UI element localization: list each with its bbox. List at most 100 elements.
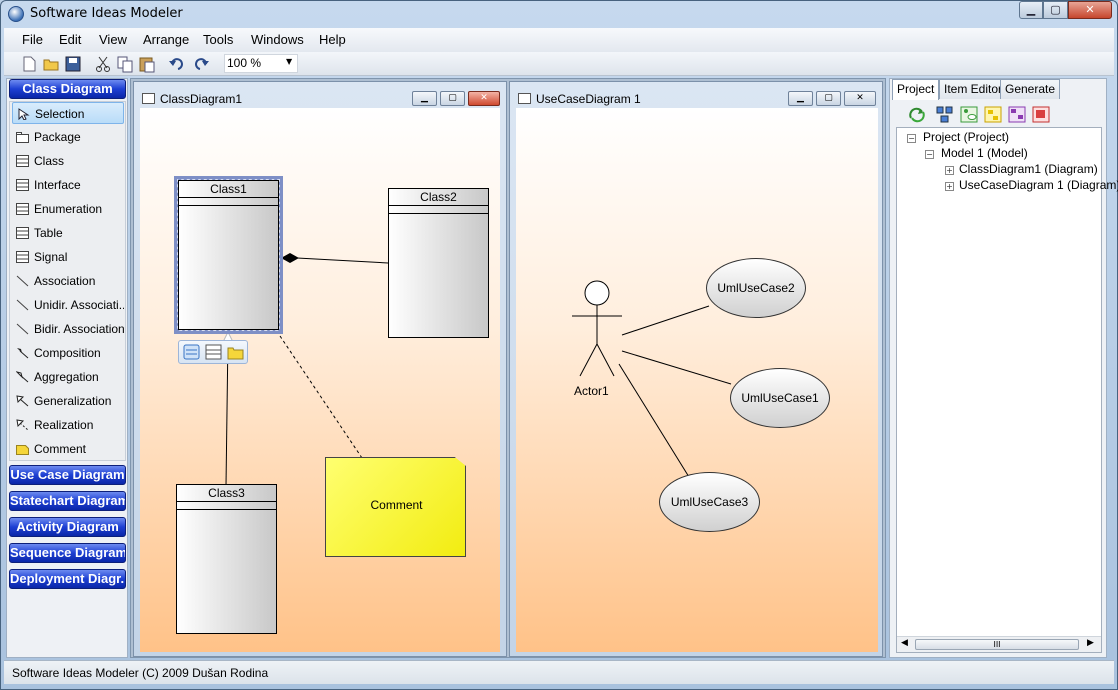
doc-minimize-button[interactable]: ▁ bbox=[412, 91, 437, 106]
tool-generalization[interactable]: Generalization bbox=[12, 390, 124, 412]
scroll-left-icon[interactable]: ◀ bbox=[901, 638, 908, 648]
expand-icon[interactable]: + bbox=[945, 166, 954, 175]
redo-icon[interactable] bbox=[192, 55, 210, 73]
toolbar: 100 % ▼ bbox=[4, 52, 1114, 76]
save-icon[interactable] bbox=[64, 55, 82, 73]
menu-arrange[interactable]: Arrange bbox=[143, 32, 189, 47]
scroll-thumb[interactable]: III bbox=[915, 639, 1079, 650]
bidirectional-association-icon bbox=[16, 323, 29, 335]
window-title: Software Ideas Modeler bbox=[30, 6, 183, 21]
scroll-right-icon[interactable]: ▶ bbox=[1087, 638, 1094, 648]
horizontal-scrollbar[interactable]: ◀ III ▶ bbox=[897, 636, 1101, 652]
tool-table[interactable]: Table bbox=[12, 222, 124, 244]
class-box[interactable]: Class1 bbox=[178, 180, 279, 330]
close-button[interactable]: ✕ bbox=[1068, 1, 1112, 19]
comment-note[interactable]: Comment bbox=[325, 457, 466, 557]
association-line[interactable] bbox=[618, 363, 690, 478]
tool-label: Composition bbox=[34, 346, 101, 360]
menu-edit[interactable]: Edit bbox=[59, 32, 81, 47]
expand-icon[interactable]: + bbox=[945, 182, 954, 191]
tool-enumeration[interactable]: Enumeration bbox=[12, 198, 124, 220]
add-comment-icon[interactable] bbox=[227, 344, 245, 361]
tab-project[interactable]: Project bbox=[892, 79, 940, 100]
cut-icon[interactable] bbox=[94, 55, 112, 73]
deployment-diagram-icon[interactable] bbox=[1032, 106, 1050, 123]
tool-package[interactable]: Package bbox=[12, 126, 124, 148]
document-area: ClassDiagram1 ▁ ▢ ✕ Class1 Class2 Class3… bbox=[130, 78, 886, 658]
tool-class[interactable]: Class bbox=[12, 150, 124, 172]
tool-aggregation[interactable]: Aggregation bbox=[12, 366, 124, 388]
doc-minimize-button[interactable]: ▁ bbox=[788, 91, 813, 106]
copy-icon[interactable] bbox=[116, 55, 134, 73]
category-class-diagram[interactable]: Class Diagram bbox=[9, 79, 126, 99]
tool-label: Aggregation bbox=[34, 370, 99, 384]
category-use-case-diagram[interactable]: Use Case Diagram bbox=[9, 465, 126, 485]
actor-label: Actor1 bbox=[574, 384, 609, 398]
minimize-button[interactable]: ▁ bbox=[1019, 1, 1043, 19]
refresh-icon[interactable] bbox=[908, 107, 926, 123]
tool-association[interactable]: Association bbox=[12, 270, 124, 292]
use-case-diagram-icon[interactable] bbox=[960, 106, 978, 123]
tool-bidir-association[interactable]: Bidir. Association bbox=[12, 318, 124, 340]
doc-close-button[interactable]: ✕ bbox=[468, 91, 500, 106]
chevron-down-icon[interactable]: ▼ bbox=[286, 57, 292, 66]
add-operation-icon[interactable] bbox=[205, 344, 223, 361]
tool-realization[interactable]: Realization bbox=[12, 414, 124, 436]
class-diagram-canvas[interactable]: Class1 Class2 Class3 Comment bbox=[140, 108, 500, 652]
tab-item-editor[interactable]: Item Editor bbox=[939, 79, 1008, 99]
use-case-ellipse[interactable]: UmlUseCase3 bbox=[659, 472, 760, 532]
tool-interface[interactable]: Interface bbox=[12, 174, 124, 196]
tool-composition[interactable]: Composition bbox=[12, 342, 124, 364]
tool-label: Realization bbox=[34, 418, 94, 432]
activity-diagram-icon[interactable] bbox=[984, 106, 1002, 123]
menu-windows[interactable]: Windows bbox=[251, 32, 304, 47]
use-case-ellipse[interactable]: UmlUseCase2 bbox=[706, 258, 806, 318]
tool-signal[interactable]: Signal bbox=[12, 246, 124, 268]
undo-icon[interactable] bbox=[168, 55, 186, 73]
tree-node-model[interactable]: Model 1 (Model) bbox=[941, 146, 1028, 160]
open-folder-icon[interactable] bbox=[42, 55, 60, 73]
tool-selection[interactable]: Selection bbox=[12, 102, 124, 124]
tree-node-class-diagram[interactable]: ClassDiagram1 (Diagram) bbox=[959, 162, 1098, 176]
title-bar: Software Ideas Modeler ▁ ▢ ✕ bbox=[0, 0, 1116, 28]
tool-unidir-association[interactable]: Unidir. Associati... bbox=[12, 294, 124, 316]
menu-view[interactable]: View bbox=[99, 32, 127, 47]
association-line[interactable] bbox=[621, 350, 732, 385]
new-file-icon[interactable] bbox=[20, 55, 38, 73]
collapse-icon[interactable]: − bbox=[907, 134, 916, 143]
use-case-ellipse[interactable]: UmlUseCase1 bbox=[730, 368, 830, 428]
actor-figure[interactable] bbox=[572, 280, 622, 377]
class-diagram-window: ClassDiagram1 ▁ ▢ ✕ Class1 Class2 Class3… bbox=[133, 81, 507, 657]
doc-maximize-button[interactable]: ▢ bbox=[816, 91, 841, 106]
category-deployment-diagram[interactable]: Deployment Diagr... bbox=[9, 569, 126, 589]
doc-maximize-button[interactable]: ▢ bbox=[440, 91, 465, 106]
tool-label: Package bbox=[34, 130, 81, 144]
usecase-diagram-title: UseCaseDiagram 1 bbox=[536, 92, 641, 106]
composition-line[interactable] bbox=[296, 257, 389, 264]
doc-close-button[interactable]: ✕ bbox=[844, 91, 876, 106]
menu-help[interactable]: Help bbox=[319, 32, 346, 47]
association-line[interactable] bbox=[621, 305, 710, 336]
tool-comment[interactable]: Comment bbox=[12, 438, 124, 460]
class-diagram-icon[interactable] bbox=[936, 106, 954, 123]
class-box[interactable]: Class2 bbox=[388, 188, 489, 338]
usecase-diagram-canvas[interactable]: Actor1 UmlUseCase2 UmlUseCase1 UmlUseCas… bbox=[516, 108, 878, 652]
tab-generate[interactable]: Generate bbox=[1000, 79, 1061, 99]
add-attribute-icon[interactable] bbox=[183, 344, 201, 361]
collapse-icon[interactable]: − bbox=[925, 150, 934, 159]
tree-node-usecase-diagram[interactable]: UseCaseDiagram 1 (Diagram) bbox=[959, 178, 1118, 192]
actor-and-links-layer bbox=[572, 280, 732, 478]
category-statechart-diagram[interactable]: Statechart Diagram bbox=[9, 491, 126, 511]
comment-anchor-line[interactable] bbox=[279, 335, 363, 459]
paste-icon[interactable] bbox=[138, 55, 156, 73]
tree-node-project[interactable]: Project (Project) bbox=[923, 130, 1009, 144]
menu-tools[interactable]: Tools bbox=[203, 32, 233, 47]
class-box[interactable]: Class3 bbox=[176, 484, 277, 634]
category-sequence-diagram[interactable]: Sequence Diagram bbox=[9, 543, 126, 563]
project-tree: − Project (Project) − Model 1 (Model) + … bbox=[896, 127, 1118, 653]
maximize-button[interactable]: ▢ bbox=[1043, 1, 1068, 19]
menu-file[interactable]: File bbox=[22, 32, 43, 47]
sequence-diagram-icon[interactable] bbox=[1008, 106, 1026, 123]
composition-icon bbox=[17, 348, 29, 359]
category-activity-diagram[interactable]: Activity Diagram bbox=[9, 517, 126, 537]
